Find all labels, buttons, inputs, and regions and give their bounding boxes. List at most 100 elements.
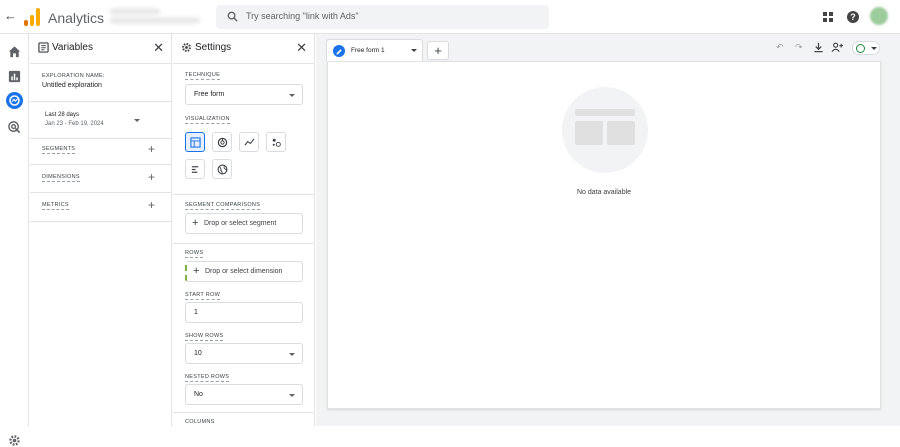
columns-label: COLUMNS — [185, 419, 215, 425]
add-dimension-icon[interactable]: + — [148, 171, 155, 183]
visualization-label: VISUALIZATION — [185, 116, 230, 124]
explore-icon[interactable] — [6, 92, 23, 109]
download-icon[interactable] — [813, 42, 824, 53]
undo-icon[interactable]: ↶ — [776, 42, 784, 53]
left-nav-rail — [0, 34, 29, 446]
share-users-icon[interactable] — [831, 42, 844, 53]
tab-free-form-1[interactable]: Free form 1 — [326, 39, 423, 61]
add-metric-icon[interactable]: + — [148, 199, 155, 211]
globe-icon — [217, 164, 228, 175]
divider — [173, 243, 314, 244]
technique-value: Free form — [194, 91, 225, 98]
status-check-dropdown[interactable] — [852, 41, 880, 55]
table-icon — [190, 137, 201, 148]
analytics-logo-icon[interactable] — [24, 8, 40, 26]
home-icon[interactable] — [7, 44, 22, 59]
tab-name: Free form 1 — [351, 47, 385, 54]
reports-icon[interactable] — [7, 69, 22, 84]
metrics-label: METRICS — [42, 202, 69, 210]
close-settings-icon[interactable]: ✕ — [296, 40, 307, 56]
chevron-down-icon — [289, 394, 295, 397]
settings-panel: Settings ✕ TECHNIQUE Free form VISUALIZA… — [173, 34, 315, 426]
add-tab-button[interactable]: + — [427, 41, 449, 60]
settings-header: Settings ✕ — [173, 34, 314, 62]
date-dropdown-icon — [134, 119, 140, 122]
rows-drop-text: Drop or select dimension — [205, 268, 283, 275]
rows-drop-zone[interactable]: + Drop or select dimension — [185, 261, 303, 282]
date-range-picker[interactable]: Last 28 days Jan 23 - Feb 19, 2024 — [30, 102, 171, 138]
donut-chart-icon — [217, 137, 228, 148]
divider — [30, 138, 171, 139]
chevron-down-icon — [871, 47, 877, 50]
show-rows-value: 10 — [194, 350, 202, 357]
variables-panel: Variables ✕ EXPLORATION NAME: Untitled e… — [30, 34, 172, 426]
divider — [173, 412, 314, 413]
check-circle-icon — [856, 44, 865, 53]
redo-icon[interactable]: ↷ — [795, 42, 803, 53]
geo-viz-button[interactable] — [212, 159, 232, 179]
technique-label: TECHNIQUE — [185, 72, 221, 80]
technique-select[interactable]: Free form — [185, 84, 303, 105]
no-data-illustration — [562, 87, 648, 173]
exploration-sheet: No data available — [327, 61, 881, 409]
donut-viz-button[interactable] — [212, 132, 232, 152]
search-bar[interactable]: Try searching "link with Ads" — [216, 5, 549, 29]
help-icon[interactable]: ? — [847, 11, 859, 23]
nested-rows-select[interactable]: No — [185, 384, 303, 405]
variables-title: Variables — [52, 42, 93, 53]
edit-pencil-icon — [333, 45, 345, 57]
divider — [30, 63, 171, 64]
dimensions-label: DIMENSIONS — [42, 174, 80, 182]
date-range: Jan 23 - Feb 19, 2024 — [45, 121, 104, 127]
start-row-input[interactable]: 1 — [185, 302, 303, 323]
settings-icon — [182, 43, 191, 52]
variables-icon — [38, 42, 49, 53]
divider — [173, 63, 314, 64]
divider — [30, 164, 171, 165]
segments-label: SEGMENTS — [42, 146, 76, 154]
chevron-down-icon — [289, 353, 295, 356]
date-range-label: Last 28 days — [45, 112, 80, 118]
exploration-name[interactable]: Untitled exploration — [42, 82, 102, 89]
top-bar: ← Analytics Try searching "link with Ads… — [0, 0, 900, 34]
start-row-label: START ROW — [185, 292, 221, 300]
settings-title: Settings — [195, 42, 232, 53]
divider — [30, 192, 171, 193]
no-data-message: No data available — [576, 189, 632, 196]
avatar[interactable] — [870, 7, 888, 25]
table-viz-button[interactable] — [185, 132, 205, 152]
divider — [173, 194, 314, 195]
nested-rows-value: No — [194, 391, 203, 398]
plus-icon: + — [192, 217, 199, 229]
scatter-viz-button[interactable] — [266, 132, 286, 152]
scatter-plot-icon — [272, 138, 281, 147]
exploration-name-label: EXPLORATION NAME: — [42, 73, 105, 79]
show-rows-label: SHOW ROWS — [185, 333, 224, 341]
line-chart-icon — [244, 138, 255, 146]
nested-rows-label: NESTED ROWS — [185, 374, 230, 382]
segment-drop-text: Drop or select segment — [204, 220, 277, 227]
divider — [30, 221, 171, 222]
add-segment-icon[interactable]: + — [148, 143, 155, 155]
bar-viz-button[interactable] — [185, 159, 205, 179]
account-picker[interactable] — [110, 5, 205, 29]
settings-gear-icon[interactable] — [8, 434, 21, 447]
plus-icon: + — [193, 265, 200, 277]
line-viz-button[interactable] — [239, 132, 259, 152]
search-placeholder: Try searching "link with Ads" — [246, 11, 359, 21]
start-row-value: 1 — [194, 309, 198, 316]
apps-grid-icon[interactable] — [823, 12, 833, 22]
app-title: Analytics — [48, 10, 105, 26]
segment-comparisons-label: SEGMENT COMPARISONS — [185, 202, 261, 210]
rows-label: ROWS — [185, 250, 204, 258]
advertising-icon[interactable] — [7, 120, 22, 135]
segment-drop-zone[interactable]: + Drop or select segment — [185, 213, 303, 234]
search-icon — [227, 11, 238, 22]
back-arrow-icon[interactable]: ← — [4, 9, 18, 23]
tab-menu-icon[interactable] — [411, 49, 417, 52]
chevron-down-icon — [289, 94, 295, 97]
show-rows-select[interactable]: 10 — [185, 343, 303, 364]
variables-header: Variables ✕ — [30, 34, 171, 62]
bar-chart-icon — [191, 166, 199, 173]
close-variables-icon[interactable]: ✕ — [153, 40, 164, 56]
